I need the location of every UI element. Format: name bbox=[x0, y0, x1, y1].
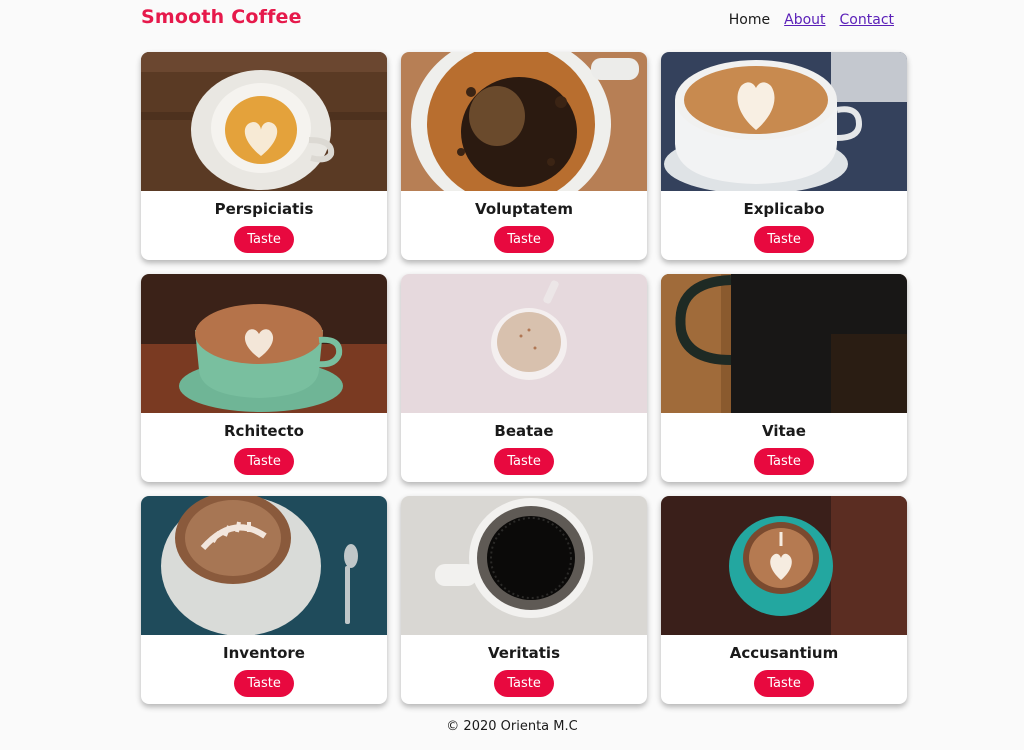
dark-mug-icon bbox=[661, 274, 907, 413]
latte-heart-cup-icon bbox=[141, 52, 387, 191]
coffee-card: Veritatis Taste bbox=[401, 496, 647, 704]
card-title: Vitae bbox=[762, 422, 806, 440]
taste-button[interactable]: Taste bbox=[494, 670, 554, 697]
taste-button[interactable]: Taste bbox=[754, 448, 814, 475]
main-nav: Home About Contact bbox=[729, 12, 894, 28]
small-coffee-cup-icon bbox=[401, 274, 647, 413]
black-coffee-foam-icon bbox=[401, 52, 647, 191]
cappuccino-leaf-art-icon bbox=[141, 496, 387, 635]
latte-teal-cup-icon bbox=[661, 496, 907, 635]
coffee-card: Explicabo Taste bbox=[661, 52, 907, 260]
nav-home-link[interactable]: Home bbox=[729, 12, 770, 28]
coffee-card: Vitae Taste bbox=[661, 274, 907, 482]
taste-button[interactable]: Taste bbox=[234, 670, 294, 697]
card-title: Inventore bbox=[223, 644, 305, 662]
site-header: Smooth Coffee Home About Contact bbox=[141, 0, 908, 40]
card-title: Veritatis bbox=[487, 644, 561, 662]
footer-copyright: © 2020 Orienta M.C bbox=[446, 719, 578, 734]
taste-button[interactable]: Taste bbox=[494, 448, 554, 475]
card-title: Voluptatem bbox=[475, 200, 573, 218]
brand-logo[interactable]: Smooth Coffee bbox=[141, 6, 302, 28]
coffee-card: Inventore Taste bbox=[141, 496, 387, 704]
taste-button[interactable]: Taste bbox=[234, 226, 294, 253]
card-title: Perspiciatis bbox=[214, 200, 314, 218]
nav-about-link[interactable]: About bbox=[784, 12, 825, 28]
taste-button[interactable]: Taste bbox=[234, 448, 294, 475]
coffee-card: Voluptatem Taste bbox=[401, 52, 647, 260]
card-title: Beatae bbox=[494, 422, 554, 440]
coffee-card: Accusantium Taste bbox=[661, 496, 907, 704]
black-coffee-topview-icon bbox=[401, 496, 647, 635]
coffee-card: Rchitecto Taste bbox=[141, 274, 387, 482]
latte-heart-green-cup-icon bbox=[141, 274, 387, 413]
nav-contact-link[interactable]: Contact bbox=[840, 12, 894, 28]
taste-button[interactable]: Taste bbox=[494, 226, 554, 253]
coffee-card: Beatae Taste bbox=[401, 274, 647, 482]
coffee-grid: Perspiciatis Taste Voluptatem Taste Expl… bbox=[141, 52, 907, 704]
card-title: Rchitecto bbox=[224, 422, 304, 440]
taste-button[interactable]: Taste bbox=[754, 670, 814, 697]
taste-button[interactable]: Taste bbox=[754, 226, 814, 253]
card-title: Explicabo bbox=[743, 200, 825, 218]
latte-art-cup-icon bbox=[661, 52, 907, 191]
card-title: Accusantium bbox=[729, 644, 839, 662]
coffee-card: Perspiciatis Taste bbox=[141, 52, 387, 260]
